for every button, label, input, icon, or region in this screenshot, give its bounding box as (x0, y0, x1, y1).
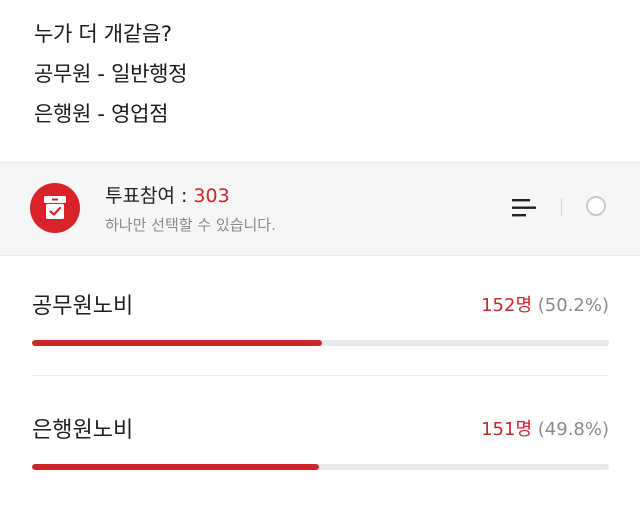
vote-participation-label: 투표참여 : (105, 185, 194, 207)
poll-option-label: 은행원노비 (32, 418, 134, 443)
poll-option-bar-fill (32, 340, 322, 346)
post-question: 누가 더 개같음? (34, 22, 172, 46)
vote-participation: 투표참여 : 303 (105, 181, 230, 208)
poll-option-percent: (50.2%) (537, 295, 609, 316)
sort-icon[interactable] (510, 196, 540, 220)
ballot-box-icon (30, 183, 80, 233)
poll-option-votes: 151명 (481, 419, 533, 440)
poll-option-1[interactable]: 공무원노비 152명 (50.2%) (32, 288, 609, 358)
radio-circle-icon[interactable] (586, 196, 606, 216)
poll-option-label: 공무원노비 (32, 294, 134, 319)
poll-option-result: 152명 (50.2%) (481, 291, 609, 317)
post-option-2-description: 은행원 - 영업점 (34, 102, 169, 126)
poll-option-percent: (49.8%) (537, 419, 609, 440)
post-option-1-description: 공무원 - 일반행정 (34, 62, 188, 86)
header-separator (561, 198, 562, 216)
poll-option-2[interactable]: 은행원노비 151명 (49.8%) (32, 412, 609, 482)
vote-count: 303 (193, 185, 230, 207)
post-body: 누가 더 개같음? 공무원 - 일반행정 은행원 - 영업점 (34, 14, 187, 134)
vote-instruction: 하나만 선택할 수 있습니다. (105, 216, 276, 234)
poll-option-bar (32, 340, 609, 346)
poll-option-votes: 152명 (481, 295, 533, 316)
poll-option-bar-fill (32, 464, 320, 470)
option-divider (32, 375, 609, 376)
poll-header (0, 162, 640, 256)
poll-option-bar (32, 464, 609, 470)
poll-option-result: 151명 (49.8%) (481, 415, 609, 441)
